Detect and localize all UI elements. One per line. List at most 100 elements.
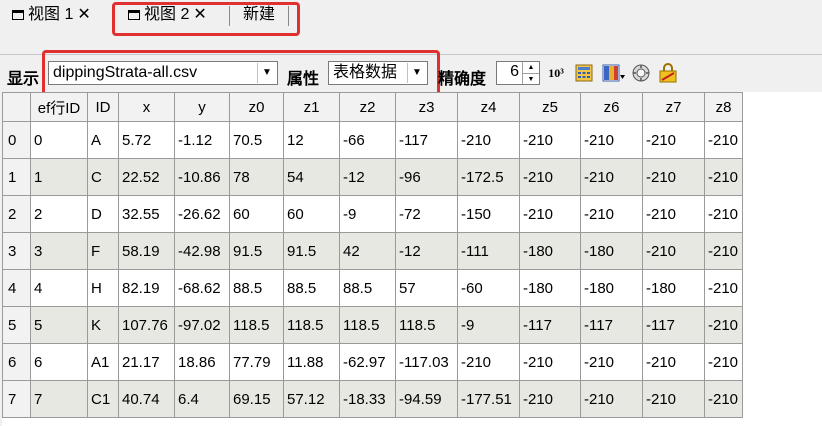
table-cell[interactable]: -210 (519, 380, 581, 418)
table-row[interactable]: 7 7 C1 40.74 6.4 69.15 57.12 -18.33 -94.59 -177.5… (2, 380, 743, 418)
table-cell[interactable]: -117 (395, 121, 458, 159)
table-cell[interactable]: -177.51 (457, 380, 520, 418)
table-cell[interactable]: 18.86 (174, 343, 230, 381)
table-cell[interactable]: 70.5 (229, 121, 284, 159)
row-header[interactable]: 0 (2, 121, 31, 159)
row-header[interactable]: 4 (2, 269, 31, 307)
table-cell[interactable]: 88.5 (283, 269, 340, 307)
table-cell[interactable]: 107.76 (118, 306, 175, 344)
table-cell[interactable]: -210 (642, 121, 705, 159)
table-cell[interactable]: A (87, 121, 119, 159)
table-cell[interactable]: 69.15 (229, 380, 284, 418)
table-cell[interactable]: -1.12 (174, 121, 230, 159)
table-cell[interactable]: 22.52 (118, 158, 175, 196)
table-cell[interactable]: 118.5 (339, 306, 396, 344)
table-cell[interactable]: -210 (704, 306, 743, 344)
row-header[interactable]: 2 (2, 195, 31, 233)
table-cell[interactable]: -9 (457, 306, 520, 344)
table-cell[interactable]: 40.74 (118, 380, 175, 418)
table-cell[interactable]: -94.59 (395, 380, 458, 418)
data-grid[interactable]: ef行ID ID x y z0 z1 z2 z3 z4 z5 z6 z7 z8 … (2, 92, 822, 426)
table-cell[interactable]: -210 (704, 158, 743, 196)
table-row[interactable]: 1 1 C 22.52 -10.86 78 54 -12 -96 -172.5 -210 -210 -2… (2, 158, 743, 196)
stepper-down-icon[interactable]: ▼ (523, 74, 539, 85)
table-cell[interactable]: -12 (395, 232, 458, 270)
table-cell[interactable]: F (87, 232, 119, 270)
table-cell[interactable]: 7 (30, 380, 88, 418)
stepper-up-icon[interactable]: ▲ (523, 62, 539, 74)
table-cell[interactable]: -210 (704, 343, 743, 381)
column-header[interactable]: y (174, 92, 230, 122)
table-cell[interactable]: -180 (580, 269, 643, 307)
table-cell[interactable]: -62.97 (339, 343, 396, 381)
table-cell[interactable]: -10.86 (174, 158, 230, 196)
table-cell[interactable]: 6.4 (174, 380, 230, 418)
table-cell[interactable]: 60 (283, 195, 340, 233)
column-header[interactable]: z0 (229, 92, 284, 122)
table-cell[interactable]: -210 (519, 343, 581, 381)
table-cell[interactable]: -9 (339, 195, 396, 233)
column-header[interactable]: z4 (457, 92, 520, 122)
table-cell[interactable]: -210 (580, 121, 643, 159)
table-cell[interactable]: 1 (30, 158, 88, 196)
close-icon[interactable]: ✕ (193, 6, 206, 23)
tab-view-1[interactable]: 视图 1 ✕ (12, 4, 91, 26)
settings-button[interactable] (630, 61, 652, 85)
attribute-select[interactable]: 表格数据 ▼ (328, 61, 428, 85)
table-cell[interactable]: -72 (395, 195, 458, 233)
table-cell[interactable]: -97.02 (174, 306, 230, 344)
table-cell[interactable]: -117 (580, 306, 643, 344)
table-cell[interactable]: 60 (229, 195, 284, 233)
column-header[interactable]: z8 (704, 92, 743, 122)
table-cell[interactable]: -117.03 (395, 343, 458, 381)
column-header[interactable]: z1 (283, 92, 340, 122)
table-row[interactable]: 5 5 K 107.76 -97.02 118.5 118.5 118.5 118.5 -9 -11… (2, 306, 743, 344)
table-cell[interactable]: -210 (704, 269, 743, 307)
table-cell[interactable]: 5.72 (118, 121, 175, 159)
corner-cell[interactable] (2, 92, 31, 122)
table-row[interactable]: 6 6 A1 21.17 18.86 77.79 11.88 -62.97 -117.03 -21… (2, 343, 743, 381)
table-cell[interactable]: 91.5 (283, 232, 340, 270)
table-cell[interactable]: 82.19 (118, 269, 175, 307)
table-cell[interactable]: C1 (87, 380, 119, 418)
table-cell[interactable]: -18.33 (339, 380, 396, 418)
table-cell[interactable]: -96 (395, 158, 458, 196)
table-cell[interactable]: 118.5 (229, 306, 284, 344)
table-cell[interactable]: 57 (395, 269, 458, 307)
table-cell[interactable]: -210 (704, 232, 743, 270)
lock-button[interactable] (657, 61, 679, 85)
table-cell[interactable]: 0 (30, 121, 88, 159)
table-cell[interactable]: 11.88 (283, 343, 340, 381)
table-cell[interactable]: 4 (30, 269, 88, 307)
table-cell[interactable]: -12 (339, 158, 396, 196)
table-cell[interactable]: 42 (339, 232, 396, 270)
column-header[interactable]: z5 (519, 92, 581, 122)
table-cell[interactable]: -210 (642, 343, 705, 381)
table-cell[interactable]: 78 (229, 158, 284, 196)
row-header[interactable]: 5 (2, 306, 31, 344)
table-cell[interactable]: 58.19 (118, 232, 175, 270)
column-header[interactable]: z2 (339, 92, 396, 122)
table-cell[interactable]: -180 (519, 269, 581, 307)
table-cell[interactable]: 21.17 (118, 343, 175, 381)
table-cell[interactable]: -117 (519, 306, 581, 344)
table-cell[interactable]: A1 (87, 343, 119, 381)
table-cell[interactable]: -180 (519, 232, 581, 270)
table-cell[interactable]: -117 (642, 306, 705, 344)
table-cell[interactable]: D (87, 195, 119, 233)
table-cell[interactable]: -210 (704, 121, 743, 159)
table-cell[interactable]: -180 (642, 269, 705, 307)
tab-view-2[interactable]: 视图 2 ✕ (128, 4, 207, 26)
chevron-down-icon[interactable]: ▼ (407, 63, 426, 83)
table-cell[interactable]: -111 (457, 232, 520, 270)
table-cell[interactable]: -60 (457, 269, 520, 307)
table-cell[interactable]: -172.5 (457, 158, 520, 196)
table-cell[interactable]: -210 (580, 380, 643, 418)
table-cell[interactable]: -210 (642, 232, 705, 270)
table-cell[interactable]: -210 (519, 195, 581, 233)
column-header[interactable]: ef行ID (30, 92, 88, 122)
table-cell[interactable]: 118.5 (395, 306, 458, 344)
chevron-down-icon[interactable]: ▼ (257, 63, 276, 83)
table-cell[interactable]: 91.5 (229, 232, 284, 270)
table-cell[interactable]: 88.5 (229, 269, 284, 307)
